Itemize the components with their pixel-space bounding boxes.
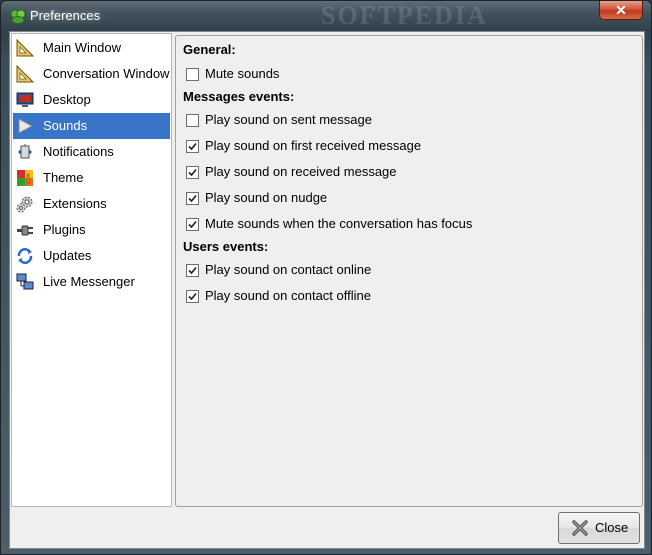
- checkbox-label: Play sound on sent message: [205, 112, 372, 127]
- sidebar-item-label: Plugins: [43, 222, 86, 237]
- checkbox-label: Play sound on received message: [205, 164, 397, 179]
- checkbox-label: Mute sounds: [205, 66, 280, 81]
- mute-sounds-checkbox[interactable]: [186, 68, 199, 81]
- dialog-client-area: Main Window Conversation Window Desktop …: [9, 31, 645, 549]
- checkmark-icon: [188, 168, 197, 177]
- sidebar-item-updates[interactable]: Updates: [13, 243, 170, 269]
- messages-events-heading: Messages events:: [183, 89, 295, 104]
- first-received-checkbox[interactable]: [186, 140, 199, 153]
- close-button[interactable]: Close: [558, 512, 640, 544]
- category-sidebar: Main Window Conversation Window Desktop …: [11, 33, 172, 507]
- checkmark-icon: [188, 292, 197, 301]
- sidebar-item-label: Conversation Window: [43, 66, 170, 81]
- sidebar-item-label: Theme: [43, 170, 84, 185]
- computers-icon: [16, 273, 34, 291]
- window-close-button[interactable]: ✕: [599, 1, 643, 20]
- sounds-settings-panel: General: Mute sounds Messages events: Pl…: [175, 35, 643, 507]
- sidebar-item-sounds[interactable]: Sounds: [13, 113, 170, 139]
- sidebar-item-label: Live Messenger: [43, 274, 135, 289]
- received-message-checkbox[interactable]: [186, 166, 199, 179]
- close-icon: ✕: [615, 2, 627, 18]
- sidebar-item-label: Sounds: [43, 118, 88, 133]
- sent-message-checkbox[interactable]: [186, 114, 199, 127]
- sidebar-item-main-window[interactable]: Main Window: [13, 35, 170, 61]
- gears-icon: [16, 195, 34, 213]
- sidebar-item-label: Extensions: [43, 196, 107, 211]
- checkmark-icon: [188, 266, 197, 275]
- watermark-text: SOFTPEDIA: [321, 1, 488, 30]
- sidebar-item-theme[interactable]: Theme: [13, 165, 170, 191]
- notification-icon: [16, 143, 34, 161]
- checkmark-icon: [188, 194, 197, 203]
- checkmark-icon: [188, 142, 197, 151]
- sidebar-item-label: Notifications: [43, 144, 114, 159]
- sidebar-item-desktop[interactable]: Desktop: [13, 87, 170, 113]
- preferences-window: Preferences SOFTPEDIA ✕ Main Window Conv…: [0, 0, 652, 555]
- ruler-triangle-icon: [16, 64, 35, 83]
- contact-offline-checkbox[interactable]: [186, 290, 199, 303]
- checkbox-label: Play sound on contact offline: [205, 288, 371, 303]
- sidebar-item-live-messenger[interactable]: Live Messenger: [13, 269, 170, 295]
- sidebar-item-notifications[interactable]: Notifications: [13, 139, 170, 165]
- checkbox-label: Play sound on contact online: [205, 262, 372, 277]
- users-events-heading: Users events:: [183, 239, 269, 254]
- ruler-triangle-icon: [16, 38, 35, 57]
- close-icon: [571, 519, 589, 537]
- window-title: Preferences: [30, 8, 101, 23]
- monitor-icon: [16, 91, 34, 109]
- close-button-label: Close: [595, 520, 629, 535]
- contact-online-checkbox[interactable]: [186, 264, 199, 277]
- sidebar-item-label: Main Window: [43, 40, 122, 55]
- checkbox-label: Mute sounds when the conversation has fo…: [205, 216, 473, 231]
- refresh-icon: [16, 247, 34, 265]
- app-icon: [9, 8, 27, 24]
- plug-icon: [16, 221, 34, 239]
- mute-on-focus-checkbox[interactable]: [186, 218, 199, 231]
- sidebar-item-conversation-window[interactable]: Conversation Window: [13, 61, 170, 87]
- checkbox-label: Play sound on first received message: [205, 138, 422, 153]
- title-bar[interactable]: Preferences SOFTPEDIA ✕: [1, 1, 651, 31]
- nudge-checkbox[interactable]: [186, 192, 199, 205]
- sidebar-item-extensions[interactable]: Extensions: [13, 191, 170, 217]
- checkbox-label: Play sound on nudge: [205, 190, 328, 205]
- sidebar-item-plugins[interactable]: Plugins: [13, 217, 170, 243]
- play-icon: [16, 117, 34, 135]
- checkmark-icon: [188, 220, 197, 229]
- sidebar-item-label: Desktop: [43, 92, 91, 107]
- palette-icon: [16, 169, 34, 187]
- general-heading: General:: [183, 42, 236, 57]
- sidebar-item-label: Updates: [43, 248, 92, 263]
